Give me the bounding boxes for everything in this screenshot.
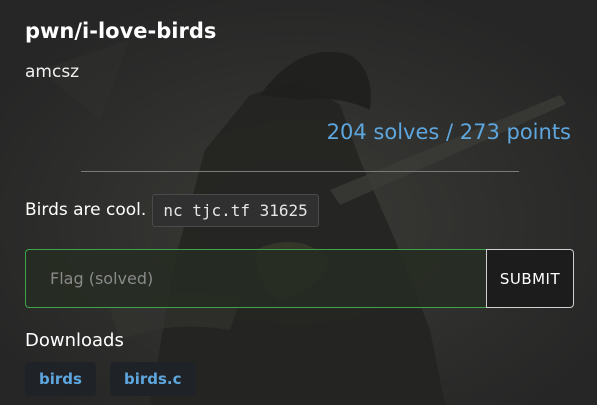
flag-input[interactable]	[25, 249, 486, 308]
downloads-heading: Downloads	[25, 330, 124, 351]
connection-command: nc tjc.tf 31625	[152, 193, 319, 227]
flag-form: SUBMIT	[25, 249, 574, 308]
submit-button[interactable]: SUBMIT	[486, 249, 574, 308]
download-link-birds-c[interactable]: birds.c	[109, 362, 196, 396]
challenge-title: pwn/i-love-birds	[25, 19, 217, 43]
challenge-author: amcsz	[25, 62, 80, 82]
challenge-description: Birds are cool. nc tjc.tf 31625	[25, 193, 319, 227]
divider	[81, 171, 519, 172]
solves-points: 204 solves / 273 points	[326, 120, 571, 144]
challenge-card: pwn/i-love-birds amcsz 204 solves / 273 …	[0, 0, 597, 405]
downloads-list: birds birds.c	[25, 362, 196, 396]
description-text: Birds are cool.	[25, 200, 147, 220]
download-link-birds[interactable]: birds	[25, 362, 96, 396]
